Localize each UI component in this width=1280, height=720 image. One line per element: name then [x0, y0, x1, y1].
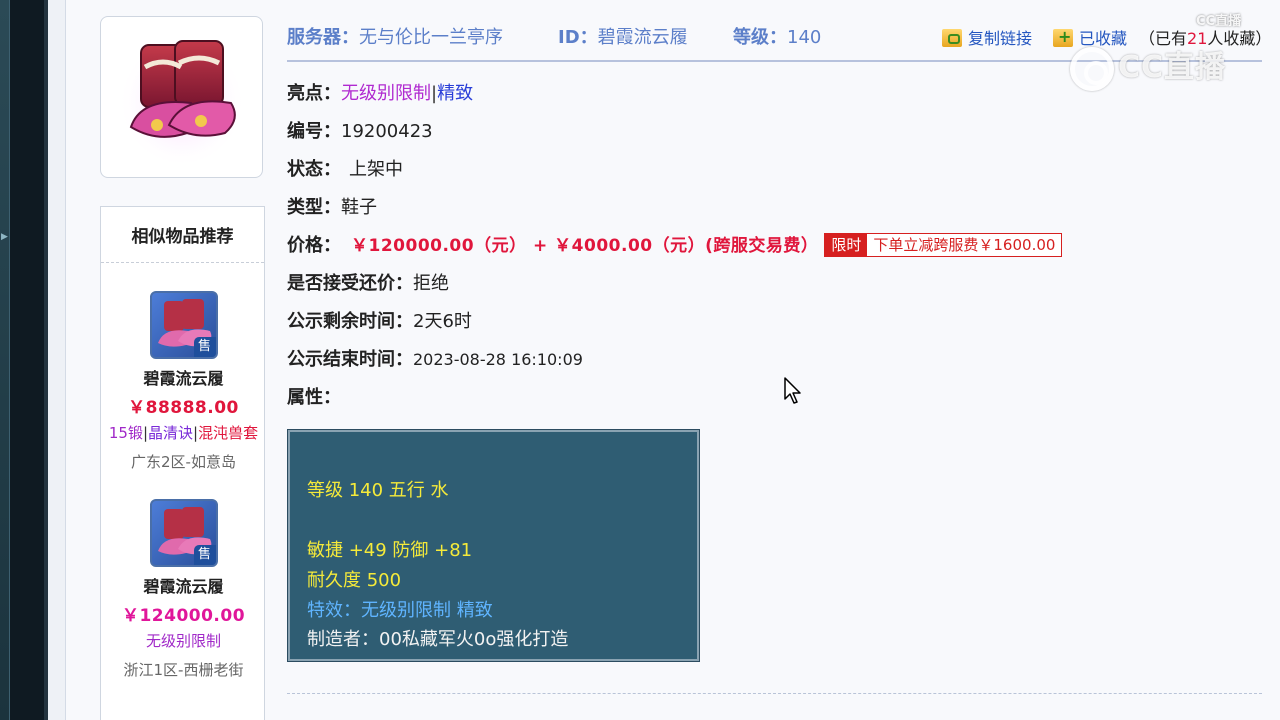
- tag: 无级别限制: [145, 632, 221, 650]
- price-label: 价格：: [287, 235, 341, 256]
- watermark-text: CC直播: [1118, 50, 1227, 85]
- item-name[interactable]: 碧霞流云履: [101, 365, 266, 389]
- item-tags: 无级别限制: [101, 630, 266, 651]
- attr-durability: 耐久度 500: [307, 570, 402, 591]
- sale-badge: 售: [193, 545, 216, 565]
- attributes-label: 属性：: [287, 387, 341, 408]
- end-time-value: 2023-08-28 16:10:09: [413, 350, 583, 369]
- status-row: 状态： 上架中: [287, 155, 403, 181]
- bargain-row: 是否接受还价：拒绝: [287, 269, 449, 295]
- id-info: ID：碧霞流云履: [558, 23, 688, 49]
- highlight-tag: 无级别限制: [341, 83, 431, 104]
- item-name[interactable]: 碧霞流云履: [101, 573, 266, 597]
- item-server: 广东2区-如意岛: [131, 453, 236, 471]
- item-server: 浙江1区-西栅老街: [123, 661, 244, 679]
- limited-offer-text: 下单立减跨服费￥1600.00: [867, 234, 1062, 256]
- attr-effects: 特效：无级别限制 精致: [307, 600, 493, 621]
- tag: 15锻: [108, 424, 143, 442]
- attributes-row: 属性：: [287, 383, 341, 409]
- id-label: ID：: [558, 27, 598, 48]
- tag: 晶清诀: [148, 424, 194, 442]
- chevron-right-icon[interactable]: ▶: [1, 232, 8, 242]
- similar-item[interactable]: 售 碧霞流云履 ￥88888.00 15锻|晶清诀|混沌兽套 广东2区-如意岛: [101, 291, 266, 472]
- attr-maker: 制造者：00私藏军火0o强化打造: [307, 629, 569, 650]
- status-label: 状态：: [287, 159, 341, 180]
- limited-tag: 限时: [825, 234, 868, 256]
- level-value: 140: [787, 27, 822, 48]
- end-time-label: 公示结束时间：: [287, 349, 413, 370]
- type-value: 鞋子: [341, 197, 377, 218]
- limited-offer-badge: 限时 下单立减跨服费￥1600.00: [824, 233, 1063, 257]
- item-tags: 15锻|晶清诀|混沌兽套: [101, 422, 266, 443]
- server-value: 无与伦比一兰亭序: [359, 27, 503, 48]
- server-info: 服务器：无与伦比一兰亭序: [287, 23, 503, 49]
- similar-items-title: 相似物品推荐: [101, 207, 264, 263]
- end-time-row: 公示结束时间：2023-08-28 16:10:09: [287, 345, 583, 371]
- level-label: 等级：: [733, 27, 787, 48]
- type-row: 类型：鞋子: [287, 193, 377, 219]
- watermark-small-text: CC直播: [1196, 14, 1242, 29]
- item-thumbnail[interactable]: 售: [149, 499, 218, 567]
- number-row: 编号：19200423: [287, 117, 433, 143]
- similar-items-panel: 相似物品推荐 售 碧霞流云履 ￥88888.00 15锻|晶清诀|混沌兽套 广东…: [100, 206, 265, 720]
- number-value: 19200423: [341, 121, 433, 142]
- type-label: 类型：: [287, 197, 341, 218]
- status-value: 上架中: [349, 159, 403, 180]
- highlight-row: 亮点：无级别限制|精致: [287, 79, 473, 105]
- page-margin: [48, 0, 66, 720]
- sale-badge: 售: [193, 337, 216, 357]
- item-price: ￥88888.00: [128, 398, 239, 418]
- highlight-label: 亮点：: [287, 83, 341, 104]
- price-value: ￥120000.00（元） + ￥4000.00（元）(跨服交易费）: [351, 236, 819, 256]
- remaining-time-row: 公示剩余时间：2天6时: [287, 307, 472, 333]
- tag: 混沌兽套: [198, 424, 259, 442]
- mouse-cursor-icon: [784, 377, 801, 404]
- stream-watermark: CC直播: [1070, 42, 1270, 94]
- server-label: 服务器：: [287, 27, 359, 48]
- level-info: 等级：140: [733, 23, 821, 49]
- number-label: 编号：: [287, 121, 341, 142]
- copy-link-label: 复制链接: [968, 29, 1033, 48]
- left-sidebar-rail: ▶: [0, 0, 48, 720]
- bargain-value: 拒绝: [413, 273, 449, 294]
- remaining-time-value: 2天6时: [413, 311, 472, 332]
- collapse-strip[interactable]: [0, 0, 10, 720]
- stream-watermark-small: CC直播: [1196, 10, 1241, 29]
- remaining-time-label: 公示剩余时间：: [287, 311, 413, 332]
- item-image: [100, 16, 263, 178]
- price-row: 价格： ￥120000.00（元） + ￥4000.00（元）(跨服交易费） 限时下…: [287, 231, 1063, 257]
- attributes-panel: 等级 140 五行 水 敏捷 +49 防御 +81 耐久度 500 特效：无级别…: [287, 429, 700, 662]
- item-thumbnail[interactable]: 售: [149, 291, 218, 359]
- highlight-tag: 精致: [437, 83, 474, 104]
- attr-level-element: 等级 140 五行 水: [307, 480, 449, 501]
- attr-stats: 敏捷 +49 防御 +81: [307, 540, 473, 561]
- cc-logo-icon: [1070, 46, 1114, 91]
- bargain-label: 是否接受还价：: [287, 273, 413, 294]
- similar-item[interactable]: 售 碧霞流云履 ￥124000.00 无级别限制 浙江1区-西栅老街: [101, 499, 266, 680]
- boots-icon: [117, 36, 246, 167]
- id-value: 碧霞流云履: [597, 27, 688, 48]
- section-divider: [287, 693, 1262, 694]
- copy-link-button[interactable]: 复制链接: [942, 25, 1032, 49]
- item-price: ￥124000.00: [121, 606, 246, 626]
- link-icon: [942, 29, 962, 47]
